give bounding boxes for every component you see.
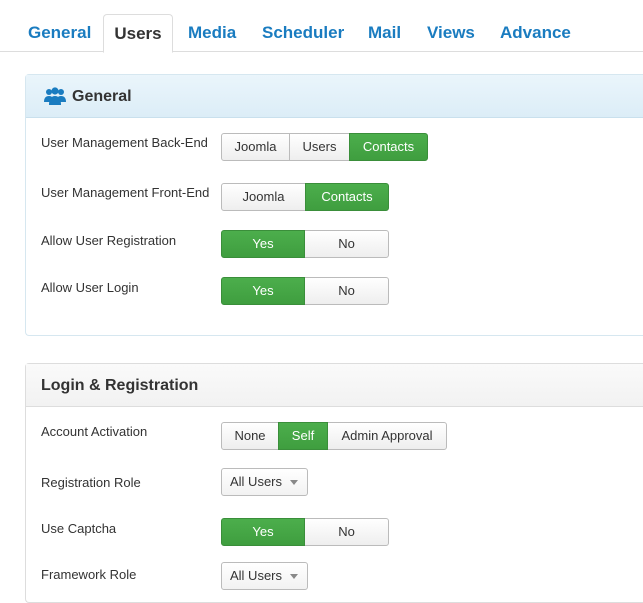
login-registration-header: Login & Registration — [26, 364, 643, 407]
activation-none-button[interactable]: None — [221, 422, 279, 450]
framework-role-select[interactable]: All Users — [221, 562, 308, 590]
allow-login-label: Allow User Login — [41, 280, 139, 295]
tab-general[interactable]: General — [28, 14, 91, 52]
account-activation-toggle: None Self Admin Approval — [221, 422, 447, 450]
framework-role-label: Framework Role — [41, 567, 137, 582]
users-icon — [44, 87, 66, 105]
captcha-yes-button[interactable]: Yes — [221, 518, 305, 546]
general-panel-title: General — [72, 88, 132, 105]
back-end-joomla-button[interactable]: Joomla — [221, 133, 290, 161]
back-end-label: User Management Back-End — [41, 135, 208, 150]
framework-role-value: All Users — [230, 568, 283, 583]
tab-mail[interactable]: Mail — [368, 14, 401, 52]
chevron-down-icon — [290, 480, 298, 485]
front-end-label: User Management Front-End — [41, 185, 210, 200]
allow-login-no-button[interactable]: No — [304, 277, 389, 305]
registration-role-label: Registration Role — [41, 475, 141, 490]
tab-users[interactable]: Users — [103, 14, 173, 53]
tab-advance[interactable]: Advance — [500, 14, 571, 52]
front-end-joomla-button[interactable]: Joomla — [221, 183, 306, 211]
allow-login-toggle: Yes No — [221, 277, 389, 305]
front-end-toggle: Joomla Contacts — [221, 183, 389, 211]
tab-media[interactable]: Media — [188, 14, 236, 52]
registration-role-select[interactable]: All Users — [221, 468, 308, 496]
allow-registration-no-button[interactable]: No — [304, 230, 389, 258]
allow-registration-label: Allow User Registration — [41, 233, 177, 248]
allow-login-yes-button[interactable]: Yes — [221, 277, 305, 305]
activation-self-button[interactable]: Self — [278, 422, 328, 450]
use-captcha-label: Use Captcha — [41, 521, 117, 536]
registration-role-value: All Users — [230, 474, 283, 489]
tab-bar: General Users Media Scheduler Mail Views… — [0, 0, 643, 53]
general-panel-header: General — [26, 75, 643, 118]
tab-views[interactable]: Views — [427, 14, 475, 52]
allow-registration-yes-button[interactable]: Yes — [221, 230, 305, 258]
use-captcha-toggle: Yes No — [221, 518, 389, 546]
back-end-users-button[interactable]: Users — [289, 133, 350, 161]
allow-registration-toggle: Yes No — [221, 230, 389, 258]
login-registration-title: Login & Registration — [41, 377, 199, 394]
back-end-contacts-button[interactable]: Contacts — [349, 133, 428, 161]
back-end-toggle: Joomla Users Contacts — [221, 133, 428, 161]
account-activation-label: Account Activation — [41, 424, 148, 439]
front-end-contacts-button[interactable]: Contacts — [305, 183, 389, 211]
captcha-no-button[interactable]: No — [304, 518, 389, 546]
chevron-down-icon — [290, 574, 298, 579]
tab-scheduler[interactable]: Scheduler — [262, 14, 344, 52]
activation-admin-approval-button[interactable]: Admin Approval — [327, 422, 447, 450]
